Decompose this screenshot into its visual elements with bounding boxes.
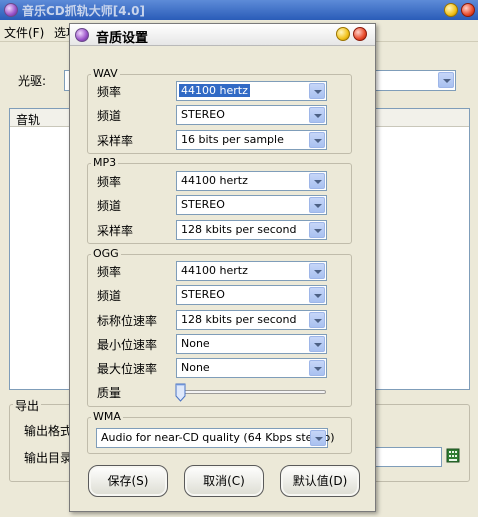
ogg-min-bitrate-label: 最小位速率 [97,338,158,352]
output-format-label: 输出格式 [24,424,73,438]
drive-label: 光驱: [18,74,47,88]
wma-quality-value: Audio for near-CD quality (64 Kbps stere… [101,431,335,444]
chevron-down-icon[interactable] [309,312,325,328]
ogg-frequency-label: 频率 [97,265,122,279]
browse-folder-icon[interactable] [446,447,460,463]
dialog-close-icon[interactable] [353,27,367,41]
chevron-down-icon[interactable] [309,132,325,148]
default-button[interactable]: 默认值(D) [280,465,360,497]
ogg-min-bitrate-value: None [181,337,210,350]
ogg-min-bitrate-select[interactable]: None [176,334,327,354]
quality-slider-thumb[interactable] [175,383,186,402]
wav-channel-label: 频道 [97,109,122,123]
ogg-frequency-value: 44100 hertz [181,264,248,277]
chevron-down-icon[interactable] [309,173,325,189]
wma-group-label: WMA [91,410,123,423]
wav-frequency-select[interactable]: 44100 hertz [176,81,327,101]
wma-quality-select[interactable]: Audio for near-CD quality (64 Kbps stere… [96,428,335,448]
ogg-channel-select[interactable]: STEREO [176,285,327,305]
mp3-frequency-value: 44100 hertz [181,174,248,187]
dialog-title: 音质设置 [96,31,149,46]
ogg-max-bitrate-label: 最大位速率 [97,362,158,376]
track-column-header[interactable]: 音轨 [16,111,40,128]
ogg-max-bitrate-value: None [181,361,210,374]
ogg-channel-value: STEREO [181,288,225,301]
chevron-down-icon[interactable] [309,360,325,376]
cancel-button[interactable]: 取消(C) [184,465,264,497]
ogg-nominal-bitrate-label: 标称位速率 [97,314,158,328]
ogg-quality-label: 质量 [97,386,122,400]
chevron-down-icon[interactable] [310,430,326,446]
mp3-sample-label: 采样率 [97,224,134,238]
mp3-channel-select[interactable]: STEREO [176,195,327,215]
wav-sample-select[interactable]: 16 bits per sample [176,130,327,150]
mp3-frequency-select[interactable]: 44100 hertz [176,171,327,191]
wav-group-label: WAV [91,67,120,80]
menu-file[interactable]: 文件(F) [4,24,44,41]
chevron-down-icon[interactable] [309,107,325,123]
dialog-app-icon [75,28,89,42]
wav-sample-label: 采样率 [97,134,134,148]
ogg-max-bitrate-select[interactable]: None [176,358,327,378]
ogg-frequency-select[interactable]: 44100 hertz [176,261,327,281]
close-icon[interactable] [461,3,475,17]
mp3-group-label: MP3 [91,156,119,169]
save-button[interactable]: 保存(S) [88,465,168,497]
app-icon [4,3,18,17]
mp3-sample-value: 128 kbits per second [181,223,297,236]
ogg-nominal-bitrate-select[interactable]: 128 kbits per second [176,310,327,330]
wav-channel-value: STEREO [181,108,225,121]
chevron-down-icon[interactable] [309,83,325,99]
ogg-group-label: OGG [91,247,121,260]
wav-frequency-value: 44100 hertz [179,84,250,97]
output-dir-label: 输出目录 [24,451,73,465]
mp3-sample-select[interactable]: 128 kbits per second [176,220,327,240]
wav-sample-value: 16 bits per sample [181,133,284,146]
chevron-down-icon[interactable] [309,336,325,352]
mp3-frequency-label: 频率 [97,175,122,189]
chevron-down-icon[interactable] [309,222,325,238]
chevron-down-icon[interactable] [438,72,454,88]
chevron-down-icon[interactable] [309,197,325,213]
wav-frequency-label: 频率 [97,85,122,99]
chevron-down-icon[interactable] [309,263,325,279]
chevron-down-icon[interactable] [309,287,325,303]
mp3-channel-label: 频道 [97,199,122,213]
dialog-minimize-icon[interactable] [336,27,350,41]
ogg-nominal-bitrate-value: 128 kbits per second [181,313,297,326]
wav-channel-select[interactable]: STEREO [176,105,327,125]
minimize-icon[interactable] [444,3,458,17]
quality-slider-track[interactable] [178,390,326,394]
export-group-label: 导出 [13,397,42,414]
main-window-title: 音乐CD抓轨大师[4.0] [22,4,145,18]
mp3-channel-value: STEREO [181,198,225,211]
ogg-channel-label: 频道 [97,289,122,303]
